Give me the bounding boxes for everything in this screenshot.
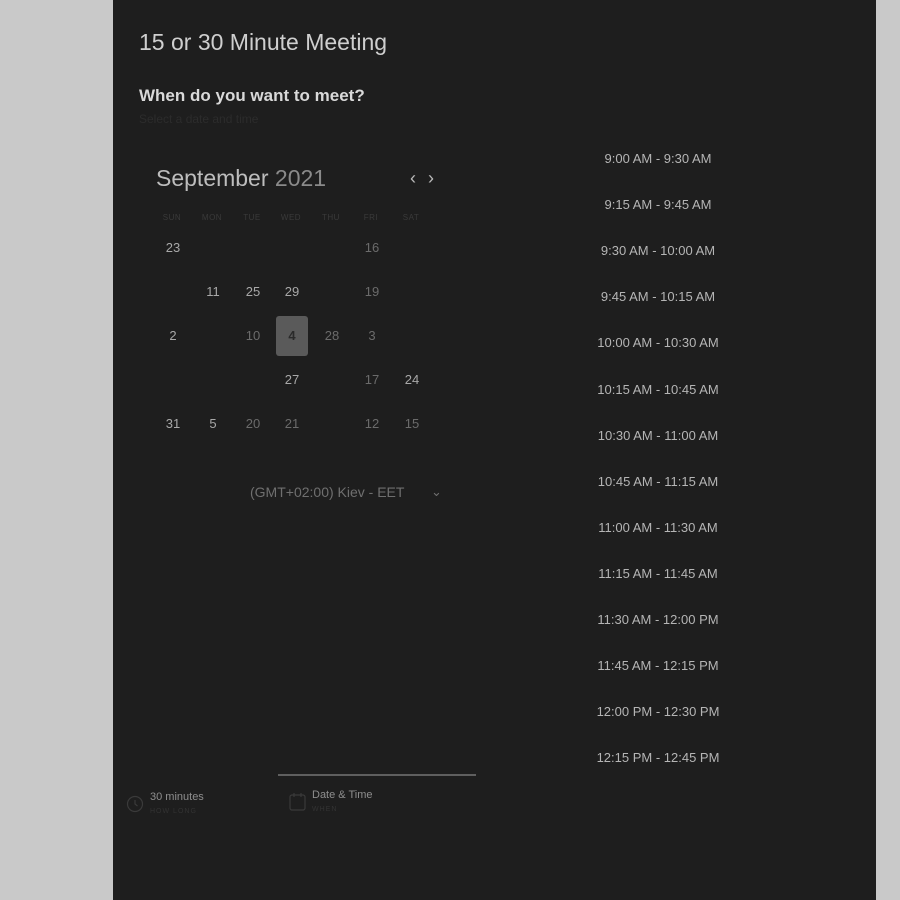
active-tab-indicator — [278, 774, 476, 776]
time-slot[interactable]: 11:45 AM - 12:15 PM — [583, 658, 733, 673]
calendar-icon — [289, 793, 306, 811]
calendar-day[interactable] — [237, 228, 269, 268]
calendar-day[interactable] — [197, 228, 229, 268]
time-slot[interactable]: 10:00 AM - 10:30 AM — [583, 335, 733, 350]
time-slot[interactable]: 10:45 AM - 11:15 AM — [583, 474, 733, 489]
calendar-day[interactable]: 17 — [356, 360, 388, 400]
calendar-day[interactable] — [316, 228, 348, 268]
section-hint: Select a date and time — [139, 112, 259, 126]
calendar-day[interactable]: 20 — [237, 404, 269, 444]
time-slot[interactable]: 9:15 AM - 9:45 AM — [583, 197, 733, 212]
chevron-left-icon: ‹ — [410, 168, 416, 188]
calendar-day[interactable] — [237, 360, 269, 400]
calendar-day[interactable] — [316, 404, 348, 444]
weekday-label: THU — [322, 213, 340, 222]
calendar-day[interactable]: 15 — [396, 404, 428, 444]
weekday-label: MON — [201, 213, 223, 222]
calendar-day[interactable]: 23 — [157, 228, 189, 268]
time-slot[interactable]: 11:15 AM - 11:45 AM — [583, 566, 733, 581]
time-slot[interactable]: 11:30 AM - 12:00 PM — [583, 612, 733, 627]
calendar-day[interactable]: 25 — [237, 272, 269, 312]
weekday-label: SAT — [402, 213, 420, 222]
calendar-day[interactable]: 11 — [197, 272, 229, 312]
calendar-day[interactable]: 10 — [237, 316, 269, 356]
weekday-label: FRI — [363, 213, 379, 222]
weekday-label: WED — [280, 213, 302, 222]
scheduler-panel: 15 or 30 Minute Meeting When do you want… — [113, 0, 876, 900]
time-slot[interactable]: 11:00 AM - 11:30 AM — [583, 520, 733, 535]
datetime-tab-label[interactable]: Date & Time — [312, 789, 373, 801]
calendar-day[interactable] — [396, 316, 428, 356]
calendar-day[interactable]: 28 — [316, 316, 348, 356]
prev-month-button[interactable]: ‹ — [404, 166, 422, 190]
calendar-day[interactable]: 5 — [197, 404, 229, 444]
timezone-select[interactable]: (GMT+02:00) Kiev - EET — [250, 484, 450, 500]
calendar-day[interactable] — [197, 360, 229, 400]
month-year-label: September 2021 — [156, 165, 326, 192]
calendar-day[interactable]: 16 — [356, 228, 388, 268]
calendar-day[interactable] — [316, 272, 348, 312]
duration-value: 30 minutes — [150, 791, 204, 803]
calendar-day[interactable]: 31 — [157, 404, 189, 444]
calendar-day[interactable]: 21 — [276, 404, 308, 444]
duration-caption: HOW LONG — [150, 808, 197, 815]
page-title: 15 or 30 Minute Meeting — [139, 29, 388, 55]
chevron-right-icon: › — [428, 168, 434, 188]
calendar-day[interactable]: 12 — [356, 404, 388, 444]
calendar-day[interactable]: 2 — [157, 316, 189, 356]
next-month-button[interactable]: › — [422, 166, 440, 190]
calendar-day[interactable] — [396, 228, 428, 268]
calendar-day[interactable] — [197, 316, 229, 356]
calendar-day[interactable]: 27 — [276, 360, 308, 400]
month-label: September — [156, 165, 269, 191]
time-slot[interactable]: 12:15 PM - 12:45 PM — [583, 750, 733, 765]
chevron-down-icon: ⌄ — [431, 484, 442, 499]
calendar-day[interactable] — [316, 360, 348, 400]
datetime-caption: WHEN — [312, 806, 338, 813]
year-label: 2021 — [274, 165, 327, 191]
calendar-day[interactable] — [157, 272, 189, 312]
weekday-label: SUN — [162, 213, 182, 222]
time-slot[interactable]: 9:45 AM - 10:15 AM — [583, 289, 733, 304]
calendar-day[interactable]: 29 — [276, 272, 308, 312]
calendar-day-selected[interactable]: 4 — [276, 316, 308, 356]
calendar-day[interactable]: 24 — [396, 360, 428, 400]
time-slot[interactable]: 9:00 AM - 9:30 AM — [583, 151, 733, 166]
calendar-day[interactable] — [396, 272, 428, 312]
calendar-day[interactable]: 19 — [356, 272, 388, 312]
time-slot[interactable]: 12:00 PM - 12:30 PM — [583, 704, 733, 719]
calendar-day[interactable]: 3 — [356, 316, 388, 356]
section-question: When do you want to meet? — [139, 86, 365, 105]
calendar-day[interactable] — [276, 228, 308, 268]
time-slot[interactable]: 9:30 AM - 10:00 AM — [583, 243, 733, 258]
time-slot[interactable]: 10:30 AM - 11:00 AM — [583, 428, 733, 443]
weekday-label: TUE — [243, 213, 261, 222]
clock-icon — [126, 795, 144, 813]
calendar-day[interactable] — [157, 360, 189, 400]
time-slot[interactable]: 10:15 AM - 10:45 AM — [583, 382, 733, 397]
